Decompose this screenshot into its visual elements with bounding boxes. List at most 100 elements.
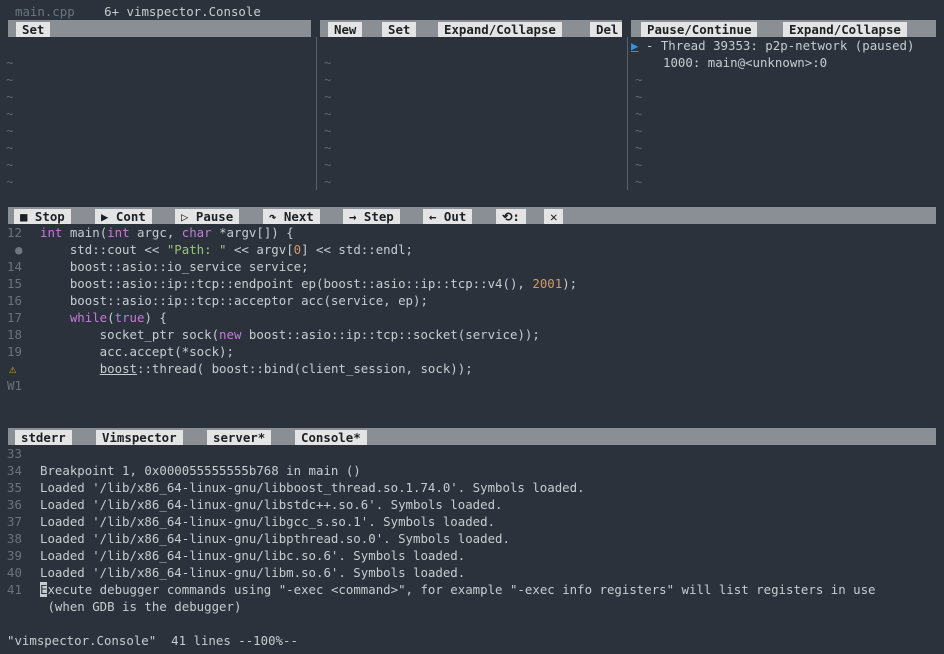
code-line[interactable]: 18 socket_ptr sock(new boost::asio::ip::…: [7, 326, 540, 343]
step-into-button[interactable]: → Step: [343, 209, 400, 224]
empty-line-marker: ~: [324, 174, 332, 189]
stacktrace-toolbar: Pause/Continue Expand/Collapse: [631, 20, 936, 37]
code-line[interactable]: 16 boost::asio::ip::tcp::acceptor acc(se…: [7, 292, 428, 309]
watch-new-button[interactable]: New: [328, 22, 363, 37]
console-line: 33: [7, 445, 40, 462]
empty-line-marker: ~: [6, 123, 14, 138]
stack-frame-row[interactable]: 1000: main@<unknown>:0: [663, 54, 827, 71]
warning-icon: ⚠: [9, 361, 17, 376]
tab-console[interactable]: Console*: [295, 430, 367, 445]
code-line[interactable]: 14 boost::asio::io_service service;: [7, 258, 309, 275]
empty-line-marker: ~: [324, 55, 332, 70]
code-editor[interactable]: 12 int main(int argc, char *argv[]) {● st…: [7, 224, 937, 424]
line-number: 12: [7, 225, 22, 240]
breakpoint-icon[interactable]: ●: [7, 241, 40, 258]
stop-button[interactable]: ■ Stop: [14, 209, 71, 224]
empty-line-marker: ~: [324, 89, 332, 104]
line-number: 16: [7, 293, 22, 308]
line-number: 38: [7, 531, 22, 546]
line-number: 33: [7, 446, 22, 461]
line-number: 18: [7, 327, 22, 342]
status-line: "vimspector.Console" 41 lines --100%--: [0, 628, 944, 654]
console-line: 35 Loaded '/lib/x86_64-linux-gnu/libboost…: [7, 479, 585, 496]
code-text: acc.accept(*sock);: [40, 344, 234, 359]
console-text: Loaded '/lib/x86_64-linux-gnu/libc.so.6'…: [40, 548, 466, 563]
continue-button[interactable]: ▶ Cont: [95, 209, 152, 224]
stacktrace-pane[interactable]: ▶ - Thread 39353: p2p-network (paused) 1…: [629, 37, 939, 190]
empty-line-marker: ~: [6, 72, 14, 87]
console-line: 41 Execute debugger commands using "-exec…: [7, 581, 876, 598]
empty-line-marker: ~: [635, 157, 643, 172]
console-output[interactable]: 33 34 Breakpoint 1, 0x000055555555b768 in …: [7, 445, 944, 620]
line-number: 14: [7, 259, 22, 274]
console-text: Loaded '/lib/x86_64-linux-gnu/libboost_t…: [40, 480, 585, 495]
restart-button[interactable]: ⟲:: [496, 209, 526, 224]
code-line[interactable]: ● std::cout << "Path: " << argv[0] << st…: [7, 241, 413, 258]
code-line[interactable]: 15 boost::asio::ip::tcp::endpoint ep(boo…: [7, 275, 577, 292]
console-line: 37 Loaded '/lib/x86_64-linux-gnu/libgcc_s…: [7, 513, 495, 530]
code-text: int main(int argc, char *argv[]) {: [40, 225, 294, 240]
console-text: Loaded '/lib/x86_64-linux-gnu/libm.so.6'…: [40, 565, 466, 580]
pause-button[interactable]: ▷ Pause: [175, 209, 240, 224]
variables-pane[interactable]: ~ ~ ~ ~ ~ ~ ~ ~: [0, 37, 315, 190]
code-line[interactable]: ⚠ boost::thread( boost::bind(client_sess…: [7, 360, 473, 377]
step-over-button[interactable]: ↷ Next: [263, 209, 320, 224]
console-line: 39 Loaded '/lib/x86_64-linux-gnu/libc.so.…: [7, 547, 465, 564]
close-icon[interactable]: ✕: [544, 209, 564, 224]
empty-line-marker: ~: [635, 123, 643, 138]
code-text: boost::asio::io_service service;: [40, 259, 309, 274]
empty-line-marker: ~: [635, 106, 643, 121]
watch-expand-collapse-button[interactable]: Expand/Collapse: [438, 22, 562, 37]
tab-vimspector-console[interactable]: 6+ vimspector.Console: [104, 4, 261, 19]
empty-line-marker: ~: [635, 72, 643, 87]
console-text: Loaded '/lib/x86_64-linux-gnu/libstdc++.…: [40, 497, 503, 512]
code-text: socket_ptr sock(new boost::asio::ip::tcp…: [40, 327, 540, 342]
empty-line-marker: ~: [6, 106, 14, 121]
empty-line-marker: ~: [324, 157, 332, 172]
empty-line-marker: ~: [6, 89, 14, 104]
thread-row[interactable]: ▶ - Thread 39353: p2p-network (paused): [631, 37, 914, 54]
line-number: 17: [7, 310, 22, 325]
tab-stderr[interactable]: stderr: [15, 430, 72, 445]
console-text: Loaded '/lib/x86_64-linux-gnu/libpthread…: [40, 531, 510, 546]
line-number: 34: [7, 463, 22, 478]
code-line[interactable]: 19 acc.accept(*sock);: [7, 343, 234, 360]
console-text: (when GDB is the debugger): [40, 599, 242, 614]
line-number: 37: [7, 514, 22, 529]
empty-line-marker: ~: [635, 89, 643, 104]
debug-toolbar: ■ Stop ▶ Cont ▷ Pause ↷ Next → Step ← Ou…: [8, 207, 936, 224]
tab-vimspector[interactable]: Vimspector: [96, 430, 183, 445]
code-line[interactable]: 17 while(true) {: [7, 309, 167, 326]
console-text: Breakpoint 1, 0x000055555555b768 in main…: [40, 463, 361, 478]
console-line: 38 Loaded '/lib/x86_64-linux-gnu/libpthre…: [7, 530, 510, 547]
code-text: std::cout << "Path: " << argv[0] << std:…: [40, 242, 414, 257]
pause-continue-button[interactable]: Pause/Continue: [641, 22, 758, 37]
line-number: 19: [7, 344, 22, 359]
code-line[interactable]: 12 int main(int argc, char *argv[]) {: [7, 224, 294, 241]
empty-line-marker: ~: [324, 123, 332, 138]
watch-delete-button[interactable]: Del: [590, 22, 622, 37]
split-divider: [627, 37, 628, 190]
empty-line-marker: ~: [324, 72, 332, 87]
tab-main-cpp[interactable]: main.cpp: [15, 4, 75, 19]
console-line: (when GDB is the debugger): [7, 598, 241, 615]
watches-pane[interactable]: ~ ~ ~ ~ ~ ~ ~ ~: [318, 37, 628, 190]
empty-line-marker: ~: [635, 140, 643, 155]
empty-line-marker: ~: [6, 55, 14, 70]
tab-server[interactable]: server*: [207, 430, 272, 445]
text-cursor: E: [40, 582, 48, 597]
line-number: 40: [7, 565, 22, 580]
console-line: 40 Loaded '/lib/x86_64-linux-gnu/libm.so.…: [7, 564, 465, 581]
console-line: 34 Breakpoint 1, 0x000055555555b768 in ma…: [7, 462, 361, 479]
tabline: main.cpp 6+ vimspector.Console: [0, 3, 944, 20]
step-out-button[interactable]: ← Out: [423, 209, 473, 224]
thread-label: - Thread 39353: p2p-network (paused): [638, 38, 915, 53]
console-text: Loaded '/lib/x86_64-linux-gnu/libgcc_s.s…: [40, 514, 496, 529]
line-number: 36: [7, 497, 22, 512]
variables-toolbar: Set: [8, 20, 311, 37]
empty-line-marker: ~: [324, 140, 332, 155]
variables-set-button[interactable]: Set: [16, 22, 51, 37]
stack-expand-collapse-button[interactable]: Expand/Collapse: [783, 22, 907, 37]
watch-set-button[interactable]: Set: [382, 22, 417, 37]
line-number: 35: [7, 480, 22, 495]
